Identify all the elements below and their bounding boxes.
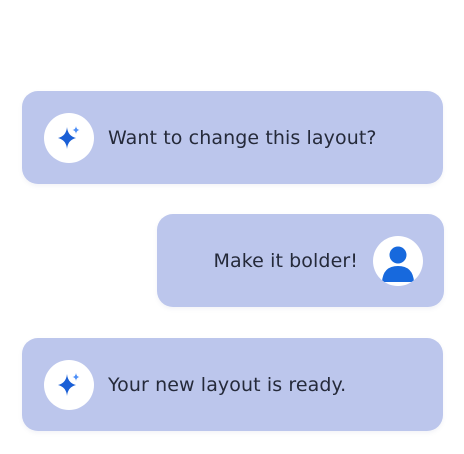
assistant-avatar — [44, 359, 94, 410]
assistant-message-bubble: Your new layout is ready. — [22, 338, 443, 431]
assistant-message-bubble: Want to change this layout? — [22, 91, 443, 184]
assistant-avatar — [44, 112, 94, 163]
user-avatar — [373, 235, 423, 286]
user-profile-icon — [382, 246, 414, 282]
user-message-bubble: Make it bolder! — [157, 214, 444, 307]
assistant-message-text: Want to change this layout? — [108, 126, 377, 149]
sparkle-icon — [58, 372, 80, 396]
user-message-text: Make it bolder! — [213, 249, 358, 272]
sparkle-icon — [58, 125, 80, 149]
assistant-message-text: Your new layout is ready. — [108, 373, 347, 396]
